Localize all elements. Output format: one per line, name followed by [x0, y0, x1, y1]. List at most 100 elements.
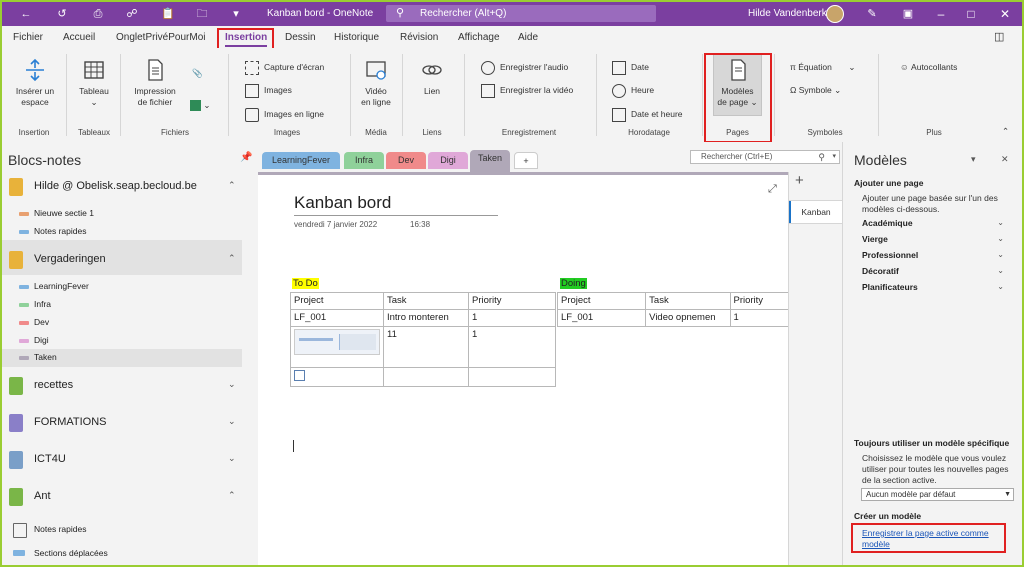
search-box[interactable]: ⚲ Rechercher (Alt+Q)	[386, 5, 656, 22]
notebook-ant[interactable]: Ant ⌃	[2, 487, 258, 507]
tab-revision[interactable]: Révision	[400, 32, 438, 43]
link-icon[interactable]: ☍	[124, 6, 140, 22]
chevron-up-icon[interactable]: ⌃	[228, 253, 236, 264]
notebook-pane-icon[interactable]: ◫	[994, 30, 1004, 43]
pane-options-icon[interactable]: ▾	[971, 154, 976, 165]
notebook-hilde[interactable]: Hilde @ Obelisk.seap.becloud.be ⌃	[2, 177, 258, 197]
screenshot-button[interactable]: Capture d'écran	[245, 60, 324, 75]
notebook-ict4u[interactable]: ICT4U ⌄	[2, 450, 258, 470]
tab-aide[interactable]: Aide	[518, 32, 538, 43]
close-window-button[interactable]: ✕	[990, 4, 1020, 24]
clipboard-icon[interactable]: 📋	[160, 6, 176, 22]
notebook-vergaderingen[interactable]: Vergaderingen ⌃	[2, 250, 258, 270]
table-cell[interactable]: 11	[383, 326, 469, 368]
record-video-button[interactable]: Enregistrer la vidéo	[481, 83, 573, 98]
section-dev[interactable]: Dev	[2, 314, 242, 331]
table-header[interactable]: Task	[645, 292, 731, 310]
category-professionnel[interactable]: Professionnel ⌄	[862, 250, 1004, 260]
moved-sections-item[interactable]: Sections déplacées	[2, 545, 242, 562]
tab-affichage[interactable]: Affichage	[458, 32, 500, 43]
symbol-button[interactable]: Ω Symbole ⌄	[790, 83, 841, 97]
add-section-tab[interactable]: +	[514, 152, 538, 169]
collapse-ribbon-icon[interactable]: ⌃	[1002, 124, 1009, 138]
images-button[interactable]: Images	[245, 83, 292, 98]
section-tab-digi[interactable]: Digi	[428, 152, 468, 169]
folder-icon[interactable]: 🗀	[194, 6, 210, 22]
tab-onglet-prive[interactable]: OngletPrivéPourMoi	[116, 32, 205, 43]
section-tab-dev[interactable]: Dev	[386, 152, 426, 169]
table-header[interactable]: Priority	[468, 292, 556, 310]
spreadsheet-icon[interactable]: ⌄	[190, 98, 210, 112]
todo-table[interactable]: Project Task Priority LF_001 Intro monte…	[290, 292, 556, 387]
stickers-button[interactable]: ☺ Autocollants	[900, 60, 957, 74]
tab-accueil[interactable]: Accueil	[63, 32, 95, 43]
table-cell[interactable]: LF_001	[290, 309, 384, 327]
print-icon[interactable]: ⎙	[90, 6, 106, 22]
tab-fichier[interactable]: Fichier	[13, 32, 43, 43]
table-cell[interactable]: LF_001	[556, 309, 647, 327]
avatar[interactable]	[826, 5, 844, 23]
chevron-down-icon[interactable]: ⌄	[228, 379, 236, 390]
undo-icon[interactable]: ↺	[54, 6, 70, 22]
equation-button[interactable]: π Équation ⌄	[790, 60, 855, 74]
table-cell[interactable]: 1	[729, 309, 797, 327]
category-decoratif[interactable]: Décoratif ⌄	[862, 266, 1004, 276]
category-vierge[interactable]: Vierge ⌄	[862, 234, 1004, 244]
attach-file-icon[interactable]: 📎	[192, 66, 203, 80]
pen-icon[interactable]: ✎	[864, 6, 880, 22]
section-tab-learningfever[interactable]: LearningFever	[262, 152, 340, 169]
table-cell[interactable]: 1	[468, 326, 556, 368]
chevron-down-icon[interactable]: ⌄	[228, 416, 236, 427]
notebook-recettes[interactable]: recettes ⌄	[2, 376, 258, 396]
close-icon[interactable]: ✕	[1001, 154, 1009, 165]
user-name[interactable]: Hilde Vandenberk	[748, 8, 827, 19]
page-canvas[interactable]: ⤢ Kanban bord vendredi 7 janvier 2022 16…	[258, 172, 797, 565]
table-header[interactable]: Project	[556, 292, 647, 310]
online-video-button[interactable]: Vidéo en ligne	[356, 58, 396, 108]
chevron-up-icon[interactable]: ⌃	[228, 490, 236, 501]
category-planificateurs[interactable]: Planificateurs ⌄	[862, 282, 1004, 292]
section-nieuwe-sectie[interactable]: Nieuwe sectie 1	[2, 205, 242, 222]
section-tab-infra[interactable]: Infra	[344, 152, 384, 169]
checkbox-icon[interactable]	[294, 370, 305, 381]
page-title[interactable]: Kanban bord	[294, 193, 391, 213]
notebook-formations[interactable]: FORMATIONS ⌄	[2, 413, 258, 433]
table-cell[interactable]: Intro monteren	[383, 309, 469, 327]
link-button[interactable]: Lien	[412, 58, 452, 97]
category-academique[interactable]: Académique ⌄	[862, 218, 1004, 228]
default-template-select[interactable]: Aucun modèle par défaut ▼	[861, 488, 1014, 501]
add-page-button[interactable]: +	[795, 172, 804, 189]
table-cell[interactable]	[383, 367, 469, 387]
chevron-down-icon[interactable]: ▾	[832, 151, 836, 163]
doing-table[interactable]: Project Task Priority LF_001 Video opnem…	[556, 292, 797, 327]
maximize-button[interactable]: □	[956, 4, 986, 24]
section-taken[interactable]: Taken	[2, 349, 242, 366]
table-header[interactable]: Task	[383, 292, 469, 310]
table-header[interactable]: Project	[290, 292, 384, 310]
date-button[interactable]: Date	[612, 60, 649, 75]
tab-dessin[interactable]: Dessin	[285, 32, 316, 43]
table-cell[interactable]: Video opnemen	[645, 309, 731, 327]
page-item-kanban[interactable]: Kanban	[789, 200, 843, 224]
quick-notes-item[interactable]: Notes rapides	[2, 521, 242, 538]
back-icon[interactable]: ←	[18, 6, 34, 22]
insert-space-button[interactable]: Insérer un espace	[10, 58, 60, 108]
todo-label[interactable]: To Do	[292, 278, 319, 289]
section-learningfever[interactable]: LearningFever	[2, 278, 242, 295]
customize-dropdown-icon[interactable]: ▾	[228, 6, 244, 22]
tab-historique[interactable]: Historique	[334, 32, 379, 43]
page-search-input[interactable]: Rechercher (Ctrl+E) ⚲ ▾	[690, 150, 840, 164]
section-infra[interactable]: Infra	[2, 296, 242, 313]
time-button[interactable]: Heure	[612, 83, 654, 98]
section-tab-taken[interactable]: Taken	[470, 150, 510, 172]
chevron-down-icon[interactable]: ⌄	[228, 453, 236, 464]
section-digi[interactable]: Digi	[2, 332, 242, 349]
date-time-button[interactable]: Date et heure	[612, 107, 683, 122]
section-notes-rapides[interactable]: Notes rapides	[2, 223, 242, 240]
record-audio-button[interactable]: Enregistrer l'audio	[481, 60, 568, 75]
embedded-screenshot[interactable]	[294, 329, 380, 355]
table-cell[interactable]: 1	[468, 309, 556, 327]
pin-icon[interactable]: 📌	[240, 152, 252, 163]
table-cell-image[interactable]	[290, 326, 384, 368]
print-file-button[interactable]: Impression de fichier	[128, 58, 182, 108]
